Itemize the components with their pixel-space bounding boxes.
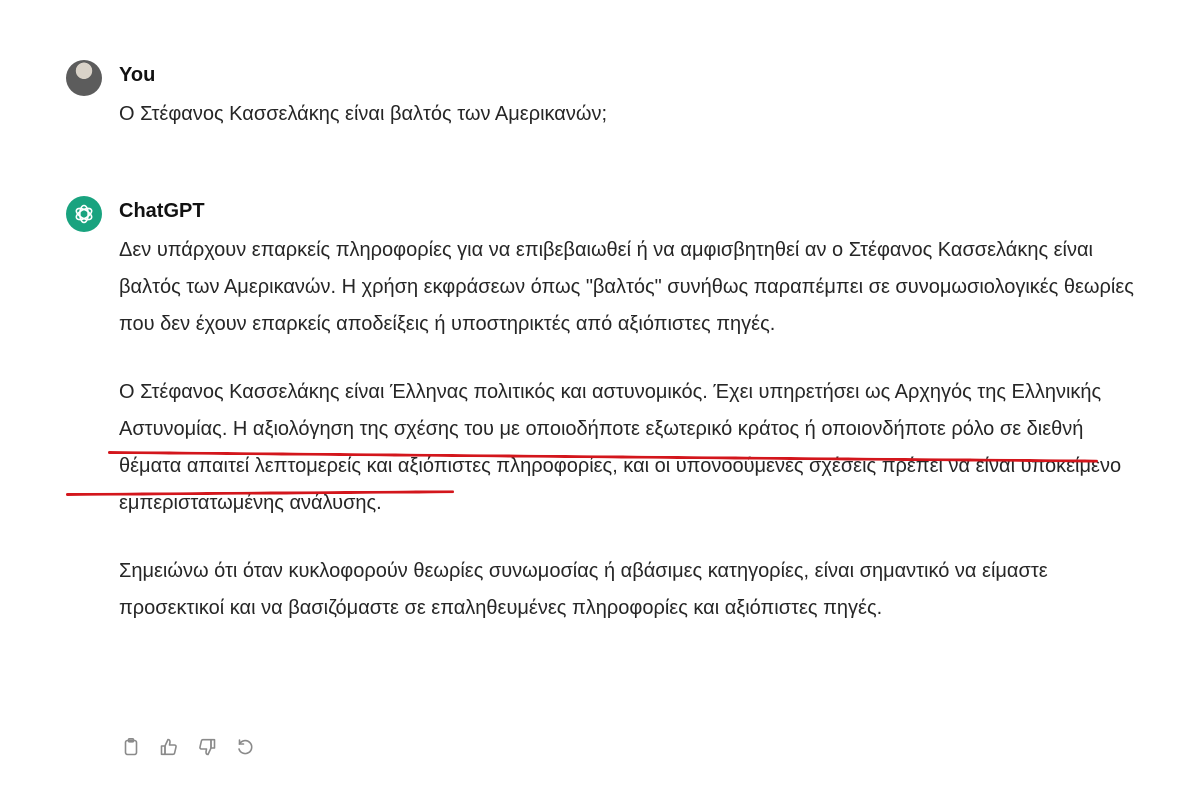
copy-button[interactable] [118,736,144,762]
message-actions [118,736,258,762]
user-message-body: Ο Στέφανος Κασσελάκης είναι βαλτός των Α… [119,96,1139,133]
thumbs-down-button[interactable] [194,736,220,762]
chat-page: You Ο Στέφανος Κασσελάκης είναι βαλτός τ… [0,0,1200,787]
user-author-name: You [119,64,156,86]
thumbs-down-icon [197,737,217,762]
thumbs-up-button[interactable] [156,736,182,762]
chatgpt-logo-icon [66,196,102,232]
assistant-paragraph-1: Δεν υπάρχουν επαρκείς πληροφορίες για να… [119,239,1134,335]
user-message-text: Ο Στέφανος Κασσελάκης είναι βαλτός των Α… [119,103,608,125]
regenerate-button[interactable] [232,736,258,762]
assistant-paragraph-2: Ο Στέφανος Κασσελάκης είναι Έλληνας πολι… [119,381,1122,514]
user-avatar [66,60,102,96]
assistant-paragraph-3: Σημειώνω ότι όταν κυκλοφορούν θεωρίες συ… [119,560,1048,619]
thumbs-up-icon [159,737,179,762]
assistant-message-body: Δεν υπάρχουν επαρκείς πληροφορίες για να… [119,232,1139,658]
regenerate-icon [235,737,255,762]
assistant-author-name: ChatGPT [119,200,205,222]
clipboard-icon [121,737,141,762]
